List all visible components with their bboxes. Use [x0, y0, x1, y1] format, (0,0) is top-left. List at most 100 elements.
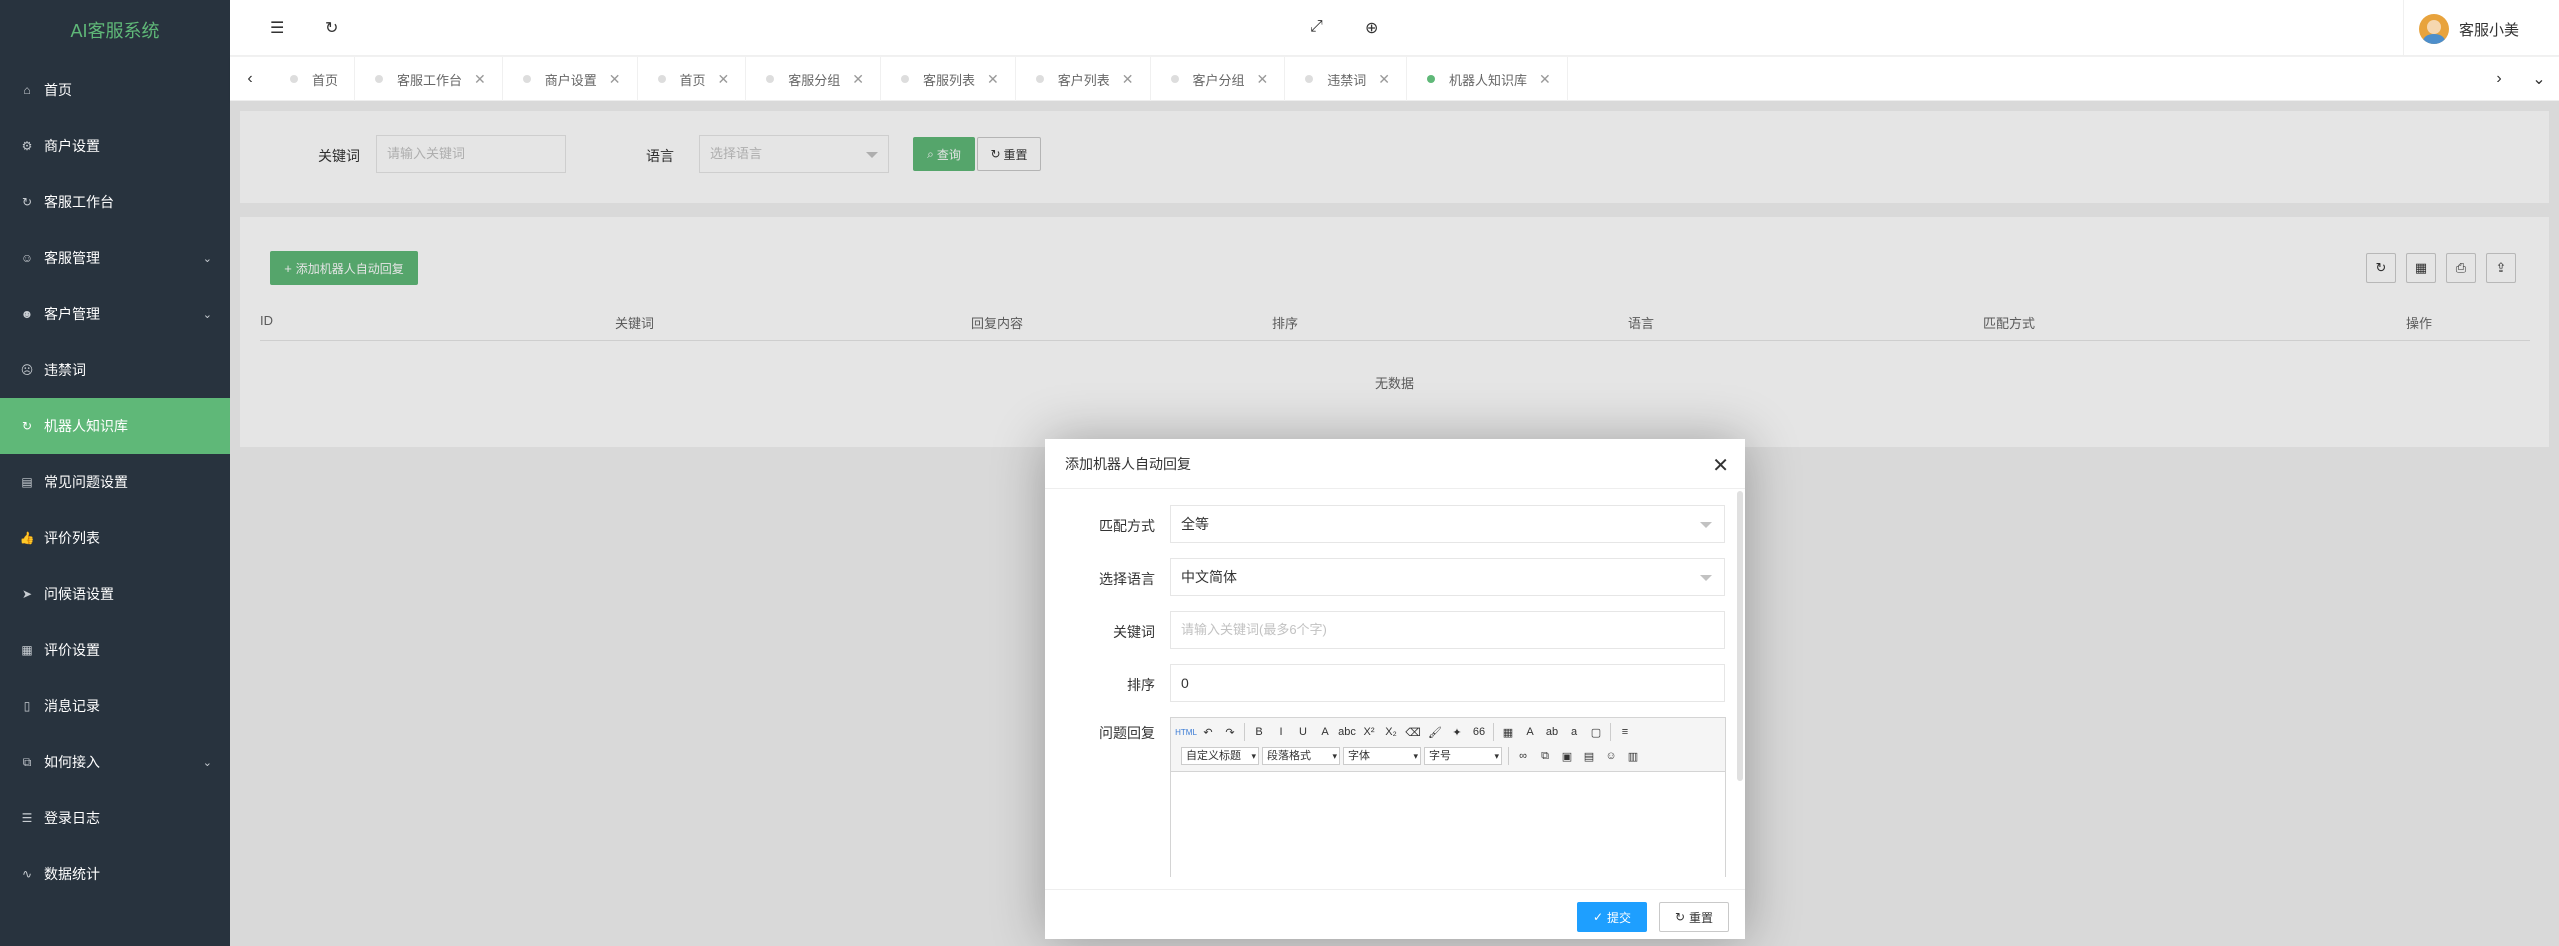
- tab-status-dot: [1427, 75, 1436, 83]
- match-type-select[interactable]: 全等: [1170, 505, 1725, 543]
- language-icon[interactable]: ⊕: [1365, 18, 1378, 38]
- tab-status-dot: [1305, 75, 1314, 83]
- tab-8[interactable]: 违禁词 ✕: [1285, 57, 1408, 101]
- tabs-prev-icon[interactable]: ‹: [230, 57, 270, 101]
- sidebar-item-9[interactable]: ➤ 问候语设置: [0, 566, 230, 622]
- tab-close-icon[interactable]: ✕: [1122, 71, 1134, 88]
- dialog-reset-button[interactable]: ↻ 重置: [1659, 902, 1729, 932]
- tab-close-icon[interactable]: ✕: [718, 71, 730, 88]
- editor-content-area[interactable]: [1171, 772, 1725, 877]
- editor-tool-icon[interactable]: ▦: [1497, 722, 1519, 742]
- sidebar-item-label: 评价列表: [44, 530, 100, 546]
- editor-tool-icon[interactable]: U: [1292, 722, 1314, 742]
- tab-3[interactable]: 首页 ✕: [638, 57, 747, 101]
- tab-status-dot: [1170, 75, 1179, 83]
- user-menu[interactable]: 客服小美: [2418, 14, 2519, 44]
- tab-6[interactable]: 客户列表 ✕: [1016, 57, 1151, 101]
- tab-2[interactable]: 商户设置 ✕: [503, 57, 638, 101]
- sidebar-item-12[interactable]: ⧉ 如何接入 ⌄: [0, 734, 230, 790]
- tab-4[interactable]: 客服分组 ✕: [746, 57, 882, 101]
- dialog-reset-button-label: 重置: [1689, 910, 1714, 925]
- avatar: [2418, 14, 2449, 44]
- editor-tool-icon[interactable]: ∞: [1512, 746, 1534, 766]
- sidebar-item-14[interactable]: ∿ 数据统计: [0, 846, 230, 902]
- sidebar-item-3[interactable]: ☺ 客服管理 ⌄: [0, 230, 230, 286]
- editor-tool-icon[interactable]: I: [1270, 722, 1292, 742]
- editor-tool-icon[interactable]: ⧉: [1534, 746, 1556, 766]
- editor-tool-icon[interactable]: ▤: [1578, 746, 1600, 766]
- reply-label: 问题回复: [1099, 725, 1155, 741]
- editor-tool-icon[interactable]: ↶: [1197, 722, 1219, 742]
- sidebar-item-5[interactable]: ☹ 违禁词: [0, 342, 230, 398]
- editor-tool-icon[interactable]: A: [1519, 722, 1541, 742]
- editor-toolbar: HTML↶↷BIUAabcX²X₂⌫🖌✦66▦Aaba▢≡ 自定义标题段落格式字…: [1171, 718, 1725, 772]
- editor-tool-icon[interactable]: abc: [1336, 722, 1358, 742]
- editor-tool-icon[interactable]: ☺: [1600, 746, 1622, 766]
- sidebar-item-11[interactable]: ▯ 消息记录: [0, 678, 230, 734]
- tab-close-icon[interactable]: ✕: [474, 71, 486, 88]
- sidebar-item-6[interactable]: ↻ 机器人知识库: [0, 398, 230, 454]
- fullscreen-icon[interactable]: ⤢: [1310, 18, 1323, 36]
- editor-tool-icon[interactable]: ≡: [1614, 722, 1636, 742]
- dialog-language-select[interactable]: 中文简体: [1170, 558, 1725, 596]
- editor-tool-icon[interactable]: B: [1248, 722, 1270, 742]
- dialog-title: 添加机器人自动回复: [1045, 439, 1745, 489]
- editor-tool-icon[interactable]: A: [1314, 722, 1336, 742]
- match-type-value: 全等: [1181, 516, 1209, 532]
- dialog-keyword-input[interactable]: 请输入关键词(最多6个字): [1170, 611, 1725, 649]
- gear-icon: ⚙: [21, 139, 33, 153]
- editor-format-select[interactable]: 自定义标题: [1181, 747, 1259, 765]
- tab-list: 首页 客服工作台 ✕ 商户设置 ✕ 首页 ✕ 客服分组 ✕ 客服列表 ✕ 客户列表 ✕ 客户分组 ✕ 违禁词 ✕…: [270, 57, 1568, 101]
- editor-tool-icon[interactable]: ↷: [1219, 722, 1241, 742]
- calendar-icon: ▦: [21, 643, 33, 657]
- sort-input[interactable]: 0: [1170, 664, 1725, 702]
- editor-tool-icon[interactable]: X²: [1358, 722, 1380, 742]
- sidebar-item-label: 客服工作台: [44, 194, 114, 210]
- editor-tool-icon[interactable]: 66: [1468, 722, 1490, 742]
- editor-tool-icon[interactable]: HTML: [1175, 722, 1197, 742]
- tab-0[interactable]: 首页: [270, 57, 356, 101]
- sidebar-item-4[interactable]: ☻ 客户管理 ⌄: [0, 286, 230, 342]
- editor-tool-icon[interactable]: ⌫: [1402, 722, 1424, 742]
- editor-format-select[interactable]: 字号: [1424, 747, 1502, 765]
- tab-status-dot: [522, 75, 531, 83]
- tab-5[interactable]: 客服列表 ✕: [881, 57, 1016, 101]
- editor-tool-icon[interactable]: X₂: [1380, 722, 1402, 742]
- tab-close-icon[interactable]: ✕: [987, 71, 999, 88]
- sidebar-item-0[interactable]: ⌂ 首页: [0, 62, 230, 118]
- editor-tool-icon[interactable]: 🖌: [1424, 722, 1446, 742]
- tab-close-icon[interactable]: ✕: [1539, 71, 1551, 88]
- tab-close-icon[interactable]: ✕: [852, 71, 864, 88]
- sidebar-item-8[interactable]: 👍 评价列表: [0, 510, 230, 566]
- sidebar-item-13[interactable]: ☰ 登录日志: [0, 790, 230, 846]
- sidebar: AI客服系统 ⌂ 首页 ⚙ 商户设置 ↻ 客服工作台 ☺ 客服管理 ⌄ ☻ 客户管理 ⌄ ☹ 违禁词 ↻ 机器…: [0, 0, 230, 946]
- toolbar-separator: [1493, 723, 1494, 741]
- close-icon[interactable]: ✕: [1712, 453, 1729, 478]
- submit-button[interactable]: ✓ 提交: [1577, 902, 1647, 932]
- refresh-page-icon[interactable]: ↻: [325, 18, 338, 38]
- sidebar-item-10[interactable]: ▦ 评价设置: [0, 622, 230, 678]
- editor-tool-icon[interactable]: ▢: [1585, 722, 1607, 742]
- dialog-language-value: 中文简体: [1181, 569, 1237, 585]
- menu-toggle-icon[interactable]: ☰: [270, 18, 284, 38]
- tabs-more-icon[interactable]: ⌄: [2519, 57, 2559, 101]
- app-logo-title[interactable]: AI客服系统: [0, 0, 230, 62]
- editor-tool-icon[interactable]: ab: [1541, 722, 1563, 742]
- tabs-next-icon[interactable]: ›: [2479, 57, 2519, 101]
- tab-7[interactable]: 客户分组 ✕: [1151, 57, 1286, 101]
- editor-format-select[interactable]: 字体: [1343, 747, 1421, 765]
- sidebar-item-2[interactable]: ↻ 客服工作台: [0, 174, 230, 230]
- tab-close-icon[interactable]: ✕: [609, 71, 621, 88]
- editor-tool-icon[interactable]: ▣: [1556, 746, 1578, 766]
- editor-tool-icon[interactable]: a: [1563, 722, 1585, 742]
- tab-close-icon[interactable]: ✕: [1257, 71, 1269, 88]
- editor-format-select[interactable]: 段落格式: [1262, 747, 1340, 765]
- send-icon: ➤: [21, 587, 33, 601]
- sidebar-item-7[interactable]: ▤ 常见问题设置: [0, 454, 230, 510]
- editor-tool-icon[interactable]: ▥: [1622, 746, 1644, 766]
- tab-close-icon[interactable]: ✕: [1378, 71, 1390, 88]
- sidebar-item-1[interactable]: ⚙ 商户设置: [0, 118, 230, 174]
- tab-9[interactable]: 机器人知识库 ✕: [1407, 57, 1568, 101]
- tab-1[interactable]: 客服工作台 ✕: [355, 57, 503, 101]
- editor-tool-icon[interactable]: ✦: [1446, 722, 1468, 742]
